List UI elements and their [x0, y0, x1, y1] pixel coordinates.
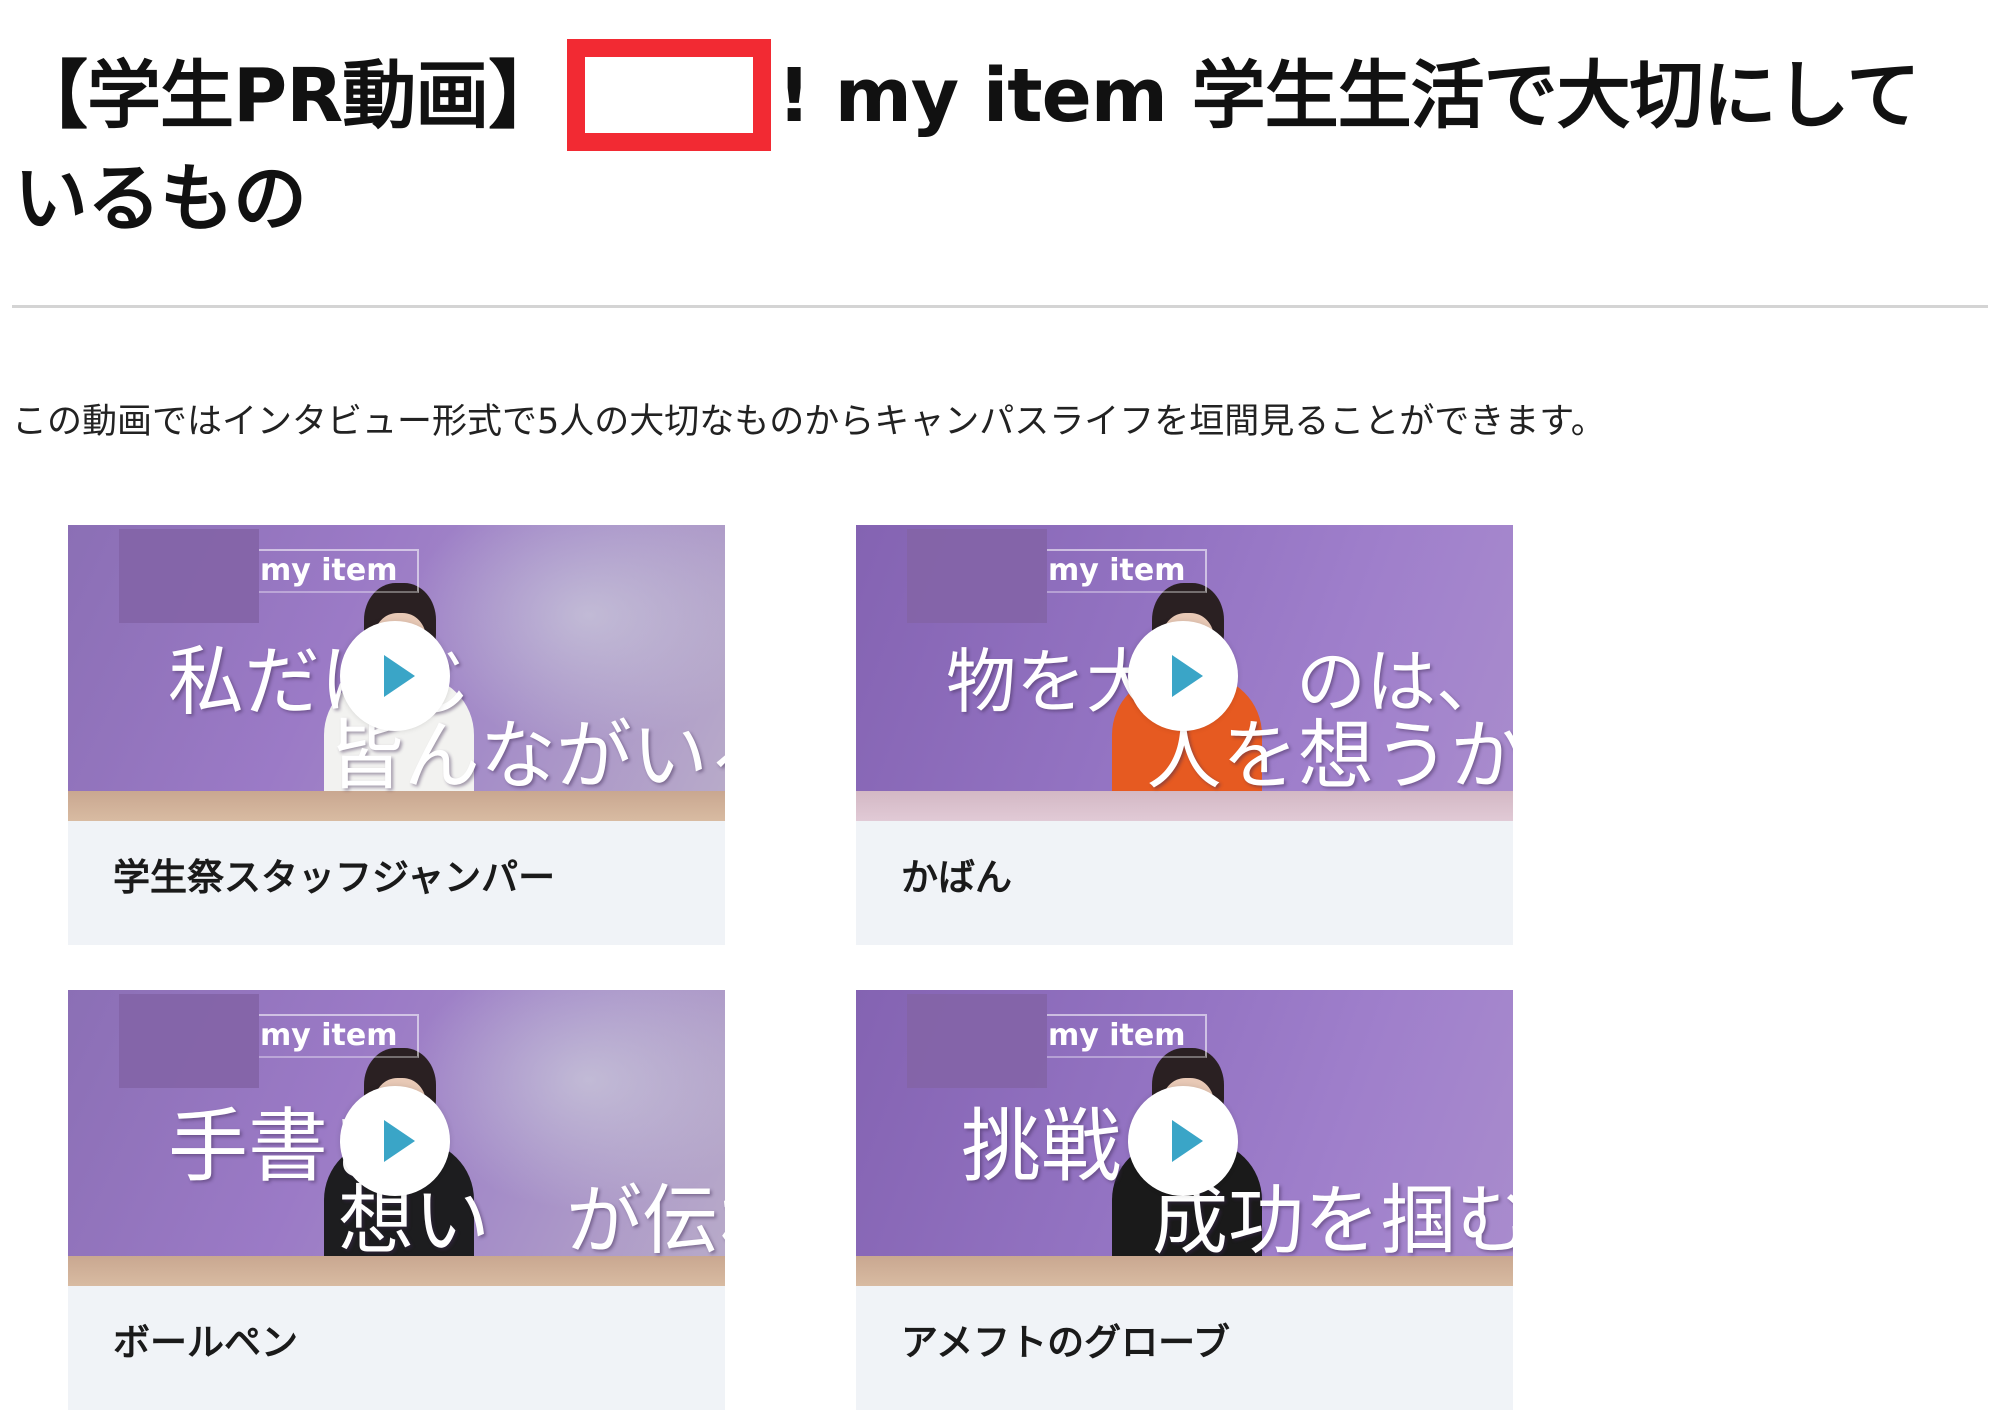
- article-page: 【学生PR動画】! my item 学生生活で大切にしているもの この動画ではイ…: [0, 0, 2000, 1414]
- my-item-tag: my item: [1048, 553, 1186, 588]
- my-item-tag: my item: [260, 1018, 398, 1053]
- video-thumbnail-4[interactable]: my item 挑戦し 成功を掴む。: [856, 990, 1513, 1286]
- video-thumbnail-2[interactable]: my item 物を大切 のは、 人を想うから。: [856, 525, 1513, 821]
- video-title[interactable]: ボールペン: [113, 1316, 298, 1370]
- title-prefix: 【学生PR動画】: [14, 53, 562, 139]
- video-thumbnail-3[interactable]: my item 手書き 想い が伝わる。: [68, 990, 725, 1286]
- my-item-tag: my item: [260, 553, 398, 588]
- play-icon: [384, 1120, 415, 1162]
- masked-logo: [119, 529, 259, 623]
- video-title[interactable]: かばん: [901, 851, 1012, 905]
- play-button[interactable]: [1128, 621, 1238, 731]
- masked-logo: [907, 529, 1047, 623]
- video-card-1[interactable]: my item 私だけじ 皆んながいる。 学生祭スタッフジャンパー: [68, 525, 725, 945]
- redacted-box: [567, 39, 772, 152]
- play-icon: [1172, 1120, 1203, 1162]
- video-thumbnail-1[interactable]: my item 私だけじ 皆んながいる。: [68, 525, 725, 821]
- video-title[interactable]: アメフトのグローブ: [901, 1316, 1230, 1370]
- play-icon: [384, 655, 415, 697]
- play-icon: [1172, 655, 1203, 697]
- my-item-tag: my item: [1048, 1018, 1186, 1053]
- play-button[interactable]: [1128, 1086, 1238, 1196]
- title-divider: [12, 305, 1988, 308]
- play-button[interactable]: [340, 1086, 450, 1196]
- masked-logo: [119, 994, 259, 1088]
- video-title[interactable]: 学生祭スタッフジャンパー: [113, 851, 555, 905]
- play-button[interactable]: [340, 621, 450, 731]
- intro-text: この動画ではインタビュー形式で5人の大切なものからキャンパスライフを垣間見ること…: [12, 402, 1606, 442]
- video-card-3[interactable]: my item 手書き 想い が伝わる。 ボールペン: [68, 990, 725, 1410]
- video-card-4[interactable]: my item 挑戦し 成功を掴む。 アメフトのグローブ: [856, 990, 1513, 1410]
- masked-logo: [907, 994, 1047, 1088]
- video-card-2[interactable]: my item 物を大切 のは、 人を想うから。 かばん: [856, 525, 1513, 945]
- page-title: 【学生PR動画】! my item 学生生活で大切にしているもの: [14, 39, 1974, 247]
